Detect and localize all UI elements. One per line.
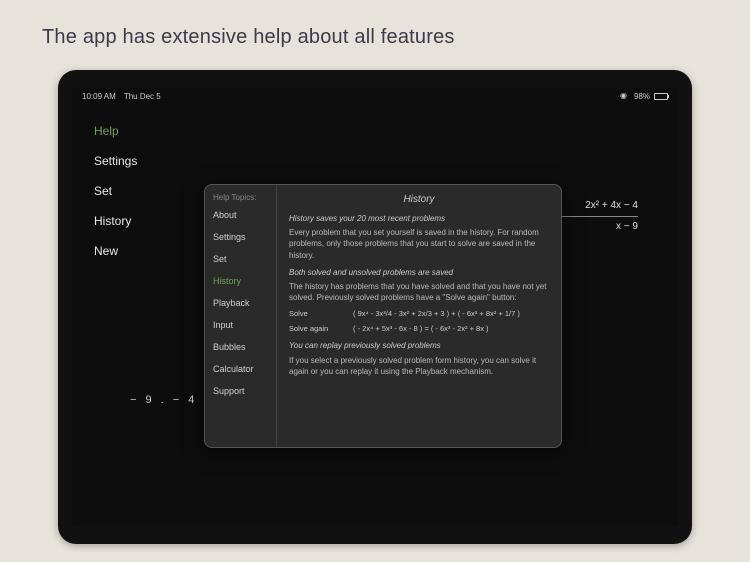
tablet-screen: 10:09 AM Thu Dec 5 98% Help Settings Set… [72, 88, 678, 526]
help-topics-sidebar: Help Topics: About Settings Set History … [205, 185, 277, 447]
topic-settings[interactable]: Settings [213, 232, 268, 242]
status-date: Thu Dec 5 [124, 92, 161, 101]
topic-calculator[interactable]: Calculator [213, 364, 268, 374]
help-content: History History saves your 20 most recen… [277, 185, 561, 447]
example-solve-expr: ( 9x⁴ - 3x³/4 - 3x² + 2x/3 + 3 ) + ( - 6… [353, 309, 520, 320]
menu-item-help[interactable]: Help [94, 124, 137, 138]
topic-history[interactable]: History [213, 276, 268, 286]
help-paragraph-3: If you select a previously solved proble… [289, 355, 549, 377]
menu-item-settings[interactable]: Settings [94, 154, 137, 168]
topic-set[interactable]: Set [213, 254, 268, 264]
help-heading-3: You can replay previously solved problem… [289, 340, 549, 351]
help-paragraph-2: The history has problems that you have s… [289, 281, 549, 303]
topic-support[interactable]: Support [213, 386, 268, 396]
menu-item-history[interactable]: History [94, 214, 137, 228]
tablet-frame: 10:09 AM Thu Dec 5 98% Help Settings Set… [58, 70, 692, 544]
topic-playback[interactable]: Playback [213, 298, 268, 308]
menu-item-new[interactable]: New [94, 244, 137, 258]
example-solve-row: Solve ( 9x⁴ - 3x³/4 - 3x² + 2x/3 + 3 ) +… [289, 309, 549, 320]
menu-item-set[interactable]: Set [94, 184, 137, 198]
topic-bubbles[interactable]: Bubbles [213, 342, 268, 352]
equation-residual: − 9 . − 4 [130, 394, 197, 406]
example-solve-again-row: Solve again ( - 2x⁴ + 5x³ - 6x - 8 ) = (… [289, 324, 549, 335]
wifi-icon [620, 93, 630, 101]
main-menu: Help Settings Set History New [94, 124, 137, 258]
example-solve-label: Solve [289, 309, 341, 320]
example-solve-again-label: Solve again [289, 324, 341, 335]
help-heading-1: History saves your 20 most recent proble… [289, 213, 549, 224]
status-time: 10:09 AM [82, 92, 116, 101]
topic-input[interactable]: Input [213, 320, 268, 330]
battery-icon [654, 93, 668, 100]
help-content-title: History [289, 193, 549, 207]
help-popover: Help Topics: About Settings Set History … [204, 184, 562, 448]
example-solve-again-expr: ( - 2x⁴ + 5x³ - 6x - 8 ) = ( - 6x³ - 2x²… [353, 324, 489, 335]
battery-percent: 98% [634, 92, 650, 101]
help-heading-2: Both solved and unsolved problems are sa… [289, 267, 549, 278]
page-caption: The app has extensive help about all fea… [42, 26, 455, 49]
help-paragraph-1: Every problem that you set yourself is s… [289, 227, 549, 261]
help-topics-label: Help Topics: [213, 193, 268, 202]
topic-about[interactable]: About [213, 210, 268, 220]
status-bar: 10:09 AM Thu Dec 5 98% [72, 88, 678, 103]
